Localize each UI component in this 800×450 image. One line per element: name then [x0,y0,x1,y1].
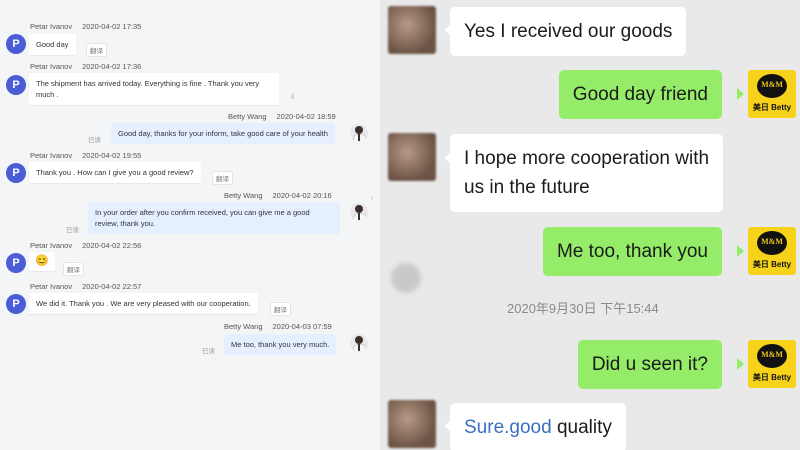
sender-name: Betty Wang [224,322,263,331]
message-bubble: The shipment has arrived today. Everythi… [29,73,279,105]
message-header: Betty Wang 2020-04-02 18:59 [228,112,336,121]
sender-name: Petar Ivanov [30,22,73,31]
self-message-bubble: Me too, thank you very much. [224,334,337,355]
scroll-indicator[interactable]: ⅱ [291,93,294,101]
contact-avatar[interactable]: P [6,294,26,314]
collapse-chevron-icon[interactable]: ‹ [371,195,373,202]
translate-button[interactable]: 翻译 [86,43,107,57]
contact-avatar[interactable] [388,400,436,448]
betty-logo-avatar[interactable]: M&M 美日 Betty [748,340,796,388]
message-header: Betty Wang 2020-04-02 20:16 [224,191,332,200]
message-text-line: much . [36,90,59,99]
logo-caption: 美日 Betty [752,260,792,269]
message-header: Petar Ivanov 2020-04-02 22:56 [30,241,141,250]
bubble-tail [737,88,744,100]
sender-name: Betty Wang [224,191,263,200]
chat-timestamp: 2020年9月30日 下午15:44 [507,301,659,316]
logo-caption: 美日 Betty [752,373,792,382]
message-bubble: Yes I received our goods [450,7,687,56]
translate-button[interactable]: 翻译 [270,302,291,316]
read-status: 已读 [202,348,215,355]
self-message-bubble: Good day friend [558,70,722,119]
betty-logo-avatar[interactable]: M&M 美日 Betty [748,227,796,275]
message-text-line: In your order after you confirm received… [95,208,310,217]
message-time: 2020-04-02 19:55 [82,151,142,160]
logo-caption: 美日 Betty [752,103,792,112]
read-status: 已读 [88,137,101,144]
betty-logo-avatar[interactable]: M&M 美日 Betty [748,70,796,118]
message-time: 2020-04-02 22:56 [82,241,142,250]
self-avatar[interactable] [350,124,368,142]
contact-avatar[interactable]: P [6,253,26,273]
contact-avatar[interactable] [388,6,436,54]
left-chat-panel: P Petar Ivanov 2020-04-02 17:35 Good day … [0,0,380,450]
sender-name: Petar Ivanov [30,62,73,71]
message-time: 2020-04-02 20:16 [272,191,332,200]
message-link-text[interactable]: Sure.good [464,417,552,438]
self-message-bubble: In your order after you confirm received… [88,202,340,234]
sender-name: Petar Ivanov [30,241,73,250]
message-header: Petar Ivanov 2020-04-02 17:36 [30,62,141,71]
sender-name: Petar Ivanov [30,282,73,291]
sender-name: Petar Ivanov [30,151,73,160]
self-avatar[interactable] [350,203,368,221]
self-message-bubble: Good day, thanks for your inform, take g… [111,123,335,144]
contact-avatar[interactable]: P [6,75,26,95]
right-chat-panel: Yes I received our goods Good day friend… [380,0,800,450]
contact-avatar[interactable]: P [6,163,26,183]
message-header: Petar Ivanov 2020-04-02 22:57 [30,282,141,291]
message-text-line: I hope more cooperation with [464,148,710,169]
contact-avatar[interactable] [388,133,436,181]
logo-mark: M&M [761,350,783,359]
message-bubble: Good day [29,34,76,55]
self-avatar[interactable] [350,334,368,352]
sender-name: Betty Wang [228,112,267,121]
read-status: 已读 [66,227,79,234]
message-header: Petar Ivanov 2020-04-02 19:55 [30,151,141,160]
message-time: 2020-04-02 22:57 [82,282,142,291]
emoji-message-bubble: 😊 [29,252,55,271]
message-bubble: I hope more cooperation with us in the f… [450,134,724,212]
bubble-tail [737,358,744,370]
message-time: 2020-04-03 07:59 [272,322,332,331]
message-time: 2020-04-02 18:59 [276,112,336,121]
self-message-bubble: Did u seen it? [577,340,722,389]
translate-button[interactable]: 翻译 [63,262,84,276]
message-header: Petar Ivanov 2020-04-02 17:35 [30,22,141,31]
message-header: Betty Wang 2020-04-03 07:59 [224,322,332,331]
contact-avatar[interactable]: P [6,34,26,54]
logo-mark: M&M [761,237,783,246]
message-time: 2020-04-02 17:35 [82,22,142,31]
message-text-line: us in the future [464,177,590,198]
loading-spinner-icon [391,263,421,293]
bubble-tail [737,245,744,257]
message-bubble: Thank you . How can I give you a good re… [29,162,201,183]
logo-mark: M&M [761,80,783,89]
translate-button[interactable]: 翻译 [212,171,233,185]
self-message-bubble: Me too, thank you [542,227,722,276]
message-time: 2020-04-02 17:36 [82,62,142,71]
message-text-line: review, thank you. [95,219,156,228]
message-bubble: Sure.good quality [450,403,626,450]
message-text-line: The shipment has arrived today. Everythi… [36,79,260,88]
message-text: quality [551,417,612,438]
message-bubble: We did it. Thank you . We are very pleas… [29,293,258,314]
